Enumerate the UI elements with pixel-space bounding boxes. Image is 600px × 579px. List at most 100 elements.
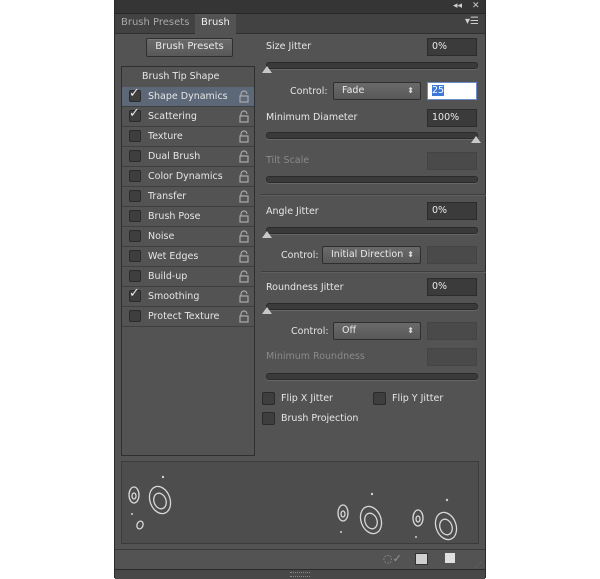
- sidebar-item[interactable]: Build-up: [122, 267, 254, 287]
- tab-brush-presets[interactable]: Brush Presets: [115, 14, 195, 33]
- size-control-select[interactable]: Fade ⬍: [333, 82, 421, 100]
- lock-icon[interactable]: [239, 90, 249, 103]
- sidebar-item[interactable]: Texture: [122, 127, 254, 147]
- brush-tip-shape-item[interactable]: Brush Tip Shape: [142, 71, 219, 82]
- swirl-mark: [364, 512, 378, 530]
- sidebar-item-label: Protect Texture: [148, 311, 220, 322]
- option-checkbox[interactable]: [129, 270, 141, 282]
- swirl-mark: [434, 511, 458, 541]
- size-jitter-field[interactable]: 0%: [427, 38, 477, 56]
- brush-stroke-preview: [121, 461, 479, 544]
- minimum-diameter-field[interactable]: 100%: [427, 109, 477, 127]
- flip-x-jitter-checkbox[interactable]: [262, 392, 275, 405]
- fade-steps-field[interactable]: 25: [427, 82, 477, 100]
- sidebar-item-label: Scattering: [148, 111, 197, 122]
- lock-icon[interactable]: [239, 150, 249, 163]
- open-preset-manager-icon[interactable]: [415, 553, 428, 565]
- sidebar-item[interactable]: Color Dynamics: [122, 167, 254, 187]
- lock-icon[interactable]: [239, 230, 249, 243]
- create-new-brush-icon[interactable]: [445, 553, 455, 563]
- sidebar-item[interactable]: Brush Pose: [122, 207, 254, 227]
- option-checkbox[interactable]: [129, 210, 141, 222]
- sidebar-item-label: Transfer: [148, 191, 187, 202]
- close-icon[interactable]: ✕: [472, 1, 480, 11]
- tab-brush[interactable]: Brush: [195, 14, 236, 34]
- dot: [340, 531, 342, 533]
- option-checkbox[interactable]: [129, 150, 141, 162]
- sidebar-item-label: Smoothing: [148, 291, 200, 302]
- divider: [261, 194, 486, 196]
- option-checkbox[interactable]: [129, 250, 141, 262]
- double-chevron-left-icon[interactable]: ◂◂: [453, 1, 462, 11]
- roundness-control-select[interactable]: Off ⬍: [333, 322, 421, 340]
- angle-jitter-field[interactable]: 0%: [427, 202, 477, 220]
- angle-control-field: [427, 246, 477, 264]
- lock-icon[interactable]: [239, 290, 249, 303]
- lock-icon[interactable]: [239, 130, 249, 143]
- sidebar-item[interactable]: Dual Brush: [122, 147, 254, 167]
- swirl-stroke-group-2: [337, 504, 458, 541]
- lock-icon[interactable]: [239, 210, 249, 223]
- sidebar-item-label: Noise: [148, 231, 175, 242]
- swirl-mark: [131, 492, 137, 500]
- swirl-mark: [412, 509, 424, 527]
- sidebar-item[interactable]: ✓ Shape Dynamics: [122, 86, 254, 107]
- sidebar-item-label: Shape Dynamics: [148, 91, 228, 102]
- lock-icon[interactable]: [239, 250, 249, 263]
- minimum-diameter-slider[interactable]: [266, 132, 478, 139]
- lock-icon[interactable]: [239, 170, 249, 183]
- swirl-mark: [136, 520, 144, 530]
- swirl-stroke-group-1: [128, 485, 172, 530]
- roundness-jitter-field[interactable]: 0%: [427, 278, 477, 296]
- sidebar-item-label: Build-up: [148, 271, 188, 282]
- sidebar-item[interactable]: Noise: [122, 227, 254, 247]
- minimum-roundness-label: Minimum Roundness: [266, 351, 365, 362]
- sidebar-item[interactable]: Transfer: [122, 187, 254, 207]
- scatter-dots: [131, 475, 449, 538]
- select-arrows-icon: ⬍: [407, 326, 414, 335]
- size-jitter-label: Size Jitter: [266, 41, 312, 52]
- size-jitter-slider[interactable]: [266, 62, 478, 69]
- toggle-live-tip-preview-icon[interactable]: ◌✓: [383, 552, 402, 565]
- angle-control-select[interactable]: Initial Direction ⬍: [322, 246, 421, 264]
- roundness-jitter-label: Roundness Jitter: [266, 282, 344, 293]
- tilt-scale-slider: [266, 176, 478, 183]
- lock-icon[interactable]: [239, 270, 249, 283]
- option-checkbox[interactable]: [129, 190, 141, 202]
- roundness-jitter-slider[interactable]: [266, 303, 478, 310]
- size-jitter-slider-thumb[interactable]: [262, 66, 272, 73]
- lock-icon[interactable]: [239, 310, 249, 323]
- tab-bar: Brush Presets Brush ▾☰: [115, 14, 485, 34]
- flip-y-jitter-label: Flip Y Jitter: [392, 393, 444, 404]
- panel-title-bar: ◂◂ ✕: [115, 0, 485, 14]
- angle-jitter-slider[interactable]: [266, 227, 478, 234]
- roundness-control-label: Control:: [291, 326, 329, 337]
- select-arrows-icon: ⬍: [407, 250, 414, 259]
- swirl-mark: [148, 485, 172, 515]
- sidebar-item-label: Dual Brush: [148, 151, 201, 162]
- dot: [370, 492, 374, 496]
- panel-menu-icon[interactable]: ▾☰: [465, 16, 479, 27]
- option-checkbox[interactable]: [129, 170, 141, 182]
- option-checkbox[interactable]: [129, 310, 141, 322]
- brush-projection-checkbox[interactable]: [262, 412, 275, 425]
- angle-jitter-slider-thumb[interactable]: [262, 231, 272, 238]
- lock-icon[interactable]: [239, 190, 249, 203]
- brush-presets-button[interactable]: Brush Presets: [146, 38, 233, 57]
- swirl-mark: [359, 505, 383, 535]
- sidebar-item[interactable]: Protect Texture: [122, 307, 254, 327]
- sidebar-item[interactable]: Wet Edges: [122, 247, 254, 267]
- size-control-value: Fade: [342, 85, 365, 96]
- minimum-diameter-label: Minimum Diameter: [266, 112, 358, 123]
- sidebar-item[interactable]: ✓ Scattering: [122, 106, 254, 127]
- roundness-jitter-slider-thumb[interactable]: [262, 307, 272, 314]
- option-checkbox[interactable]: [129, 130, 141, 142]
- brush-panel: ◂◂ ✕ Brush Presets Brush ▾☰ Brush Preset…: [114, 0, 486, 579]
- sidebar-item-label: Texture: [148, 131, 183, 142]
- flip-y-jitter-checkbox[interactable]: [373, 392, 386, 405]
- resize-grip-icon[interactable]: ⋰: [475, 561, 482, 569]
- sidebar-item[interactable]: ✓ Smoothing: [122, 286, 254, 307]
- lock-icon[interactable]: [239, 110, 249, 123]
- option-checkbox[interactable]: [129, 230, 141, 242]
- minimum-diameter-slider-thumb[interactable]: [471, 136, 481, 143]
